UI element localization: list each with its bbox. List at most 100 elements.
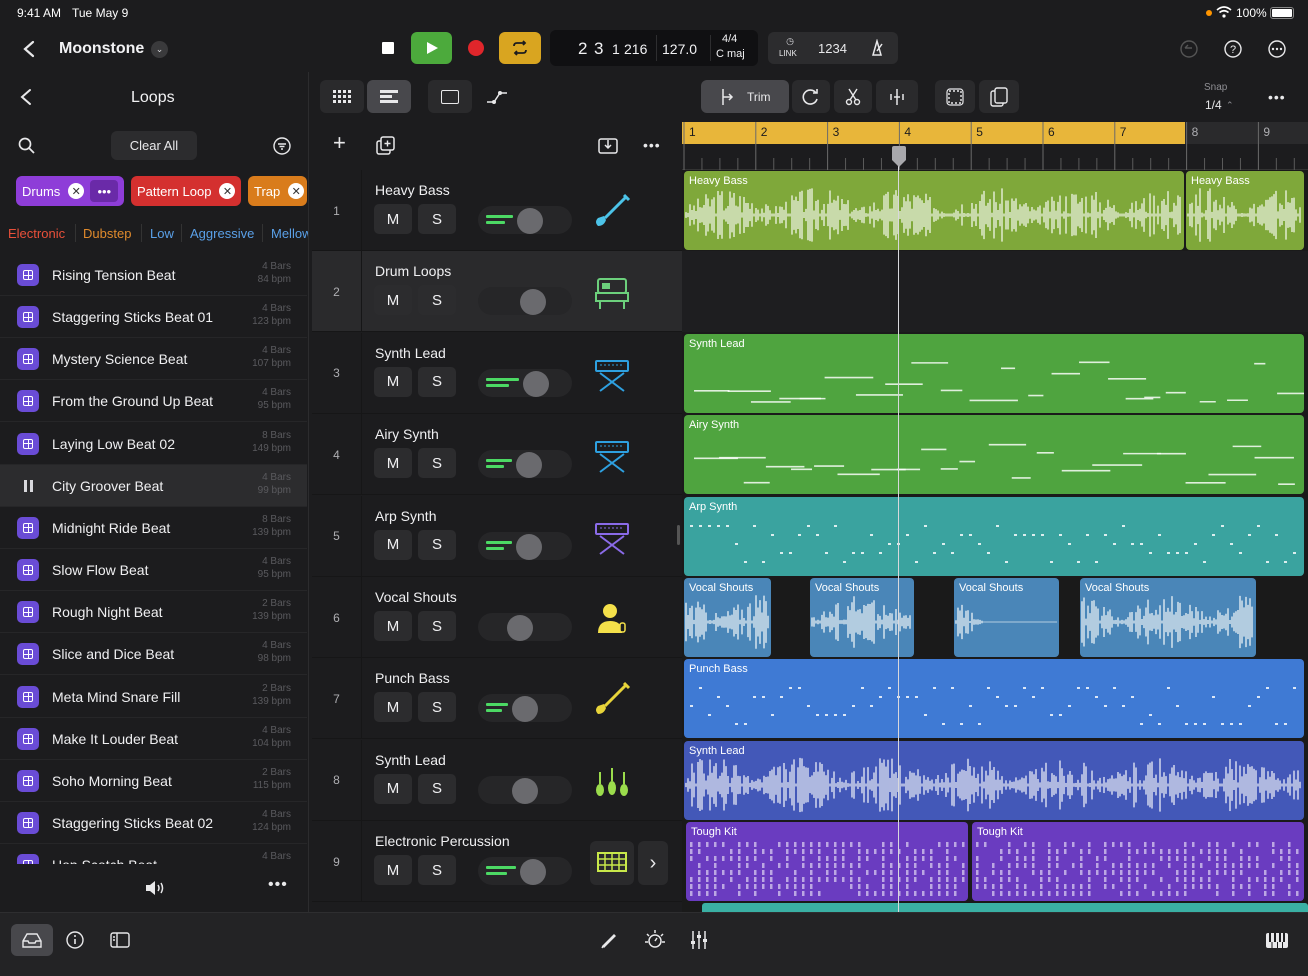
keyboard-icon[interactable] <box>1266 933 1288 948</box>
browser-back-icon[interactable] <box>19 88 33 106</box>
paste-button[interactable] <box>979 80 1019 113</box>
quick-help-icon[interactable] <box>644 929 666 951</box>
region[interactable]: Heavy Bass <box>1186 171 1304 250</box>
region[interactable]: Synth Lead <box>684 740 1304 820</box>
region[interactable]: Punch Bass <box>684 659 1304 739</box>
track-name[interactable]: Airy Synth <box>375 426 439 442</box>
tag-mellow[interactable]: Mellow <box>271 226 308 241</box>
duplicate-track-icon[interactable] <box>376 136 395 155</box>
track-name[interactable]: Punch Bass <box>375 670 450 686</box>
back-icon[interactable] <box>22 40 36 58</box>
filter-chip-pattern-loop[interactable]: Pattern Loop ✕ <box>131 176 241 206</box>
track-name[interactable]: Electronic Percussion <box>375 833 510 849</box>
mute-button[interactable]: M <box>374 611 412 641</box>
track-header[interactable]: 8 Synth Lead M S <box>312 739 682 821</box>
tracks-view-button[interactable] <box>367 80 411 113</box>
preview-volume-icon[interactable] <box>144 879 166 897</box>
loop-list-item[interactable]: City Groover Beat 4 Bars 99 bpm <box>0 464 307 507</box>
mute-button[interactable]: M <box>374 366 412 397</box>
bass-guitar-icon[interactable] <box>590 190 634 234</box>
track-header[interactable]: 6 Vocal Shouts M S <box>312 577 682 658</box>
automation-button[interactable] <box>475 80 519 113</box>
pattern-loop-icon[interactable] <box>17 811 39 834</box>
volume-knob[interactable] <box>517 208 543 234</box>
pattern-loop-icon[interactable] <box>17 559 39 582</box>
count-in-button[interactable]: 1234 <box>818 41 847 56</box>
mute-button[interactable]: M <box>374 285 412 316</box>
tag-electronic[interactable]: Electronic <box>8 226 65 241</box>
volume-slider[interactable] <box>478 206 572 234</box>
info-icon[interactable] <box>66 931 84 949</box>
solo-button[interactable]: S <box>418 692 456 723</box>
mute-button[interactable]: M <box>374 448 412 479</box>
snap-value[interactable]: 1/4 <box>1205 98 1222 112</box>
region[interactable]: Synth Lead <box>684 333 1304 413</box>
volume-slider[interactable] <box>478 531 572 560</box>
remove-chip-icon[interactable]: ✕ <box>219 183 236 199</box>
remove-chip-icon[interactable]: ✕ <box>68 183 85 199</box>
select-all-button[interactable] <box>935 80 975 113</box>
stop-button[interactable] <box>368 32 408 64</box>
volume-knob[interactable] <box>515 533 542 560</box>
more-options-icon[interactable] <box>1268 40 1286 58</box>
track-name[interactable]: Arp Synth <box>375 508 436 524</box>
pattern-loop-icon[interactable] <box>17 643 39 666</box>
clear-all-button[interactable]: Clear All <box>111 131 197 160</box>
beat-sequencer-icon[interactable] <box>590 841 634 886</box>
solo-button[interactable]: S <box>418 773 456 804</box>
loop-tool-button[interactable] <box>792 80 830 113</box>
volume-slider[interactable] <box>478 694 572 723</box>
volume-knob[interactable] <box>520 859 546 886</box>
loop-list-item[interactable]: From the Ground Up Beat 4 Bars 95 bpm <box>0 380 307 423</box>
track-header[interactable]: 3 Synth Lead M S <box>312 332 682 414</box>
volume-slider[interactable] <box>478 450 572 479</box>
solo-button[interactable]: S <box>418 366 456 397</box>
pattern-loop-icon[interactable] <box>17 769 39 792</box>
track-header[interactable]: 2 Drum Loops M S <box>312 251 682 333</box>
synth-pad-region-partial[interactable] <box>702 903 1308 912</box>
track-name[interactable]: Synth Lead <box>375 752 446 768</box>
chevron-right-icon[interactable]: › <box>638 841 668 886</box>
resize-handle[interactable] <box>677 525 680 545</box>
tag-low[interactable]: Low <box>150 226 174 241</box>
keyboard-stand-icon[interactable] <box>590 353 634 397</box>
bass-guitar-icon[interactable] <box>590 678 634 722</box>
region[interactable]: Vocal Shouts <box>954 578 1059 657</box>
track-name[interactable]: Synth Lead <box>375 345 446 361</box>
loop-list-item[interactable]: Staggering Sticks Beat 02 4 Bars 124 bpm <box>0 802 307 844</box>
pattern-loop-icon[interactable] <box>17 685 39 708</box>
link-button[interactable]: LINK <box>779 49 797 58</box>
track-header[interactable]: 4 Airy Synth M S <box>312 414 682 496</box>
region[interactable]: Vocal Shouts <box>1080 578 1256 657</box>
solo-button[interactable]: S <box>418 611 456 641</box>
keyboard-stand-icon[interactable] <box>590 516 634 560</box>
volume-knob[interactable] <box>506 615 533 641</box>
metronome-icon[interactable] <box>868 39 886 57</box>
loop-list-item[interactable]: Make It Louder Beat 4 Bars 104 bpm <box>0 718 307 760</box>
volume-knob[interactable] <box>515 452 542 479</box>
playhead-handle-icon[interactable] <box>891 146 907 168</box>
keyboard-stand-icon[interactable] <box>590 434 634 478</box>
help-icon[interactable]: ? <box>1224 40 1242 58</box>
pattern-loop-icon[interactable] <box>17 516 39 539</box>
volume-slider[interactable] <box>478 368 572 397</box>
mute-button[interactable]: M <box>374 855 412 886</box>
browser-button[interactable] <box>11 924 53 956</box>
loop-list-item[interactable]: Rising Tension Beat 4 Bars 84 bpm <box>0 254 307 296</box>
pattern-loop-icon[interactable] <box>17 390 39 413</box>
region-view-button[interactable] <box>428 80 472 113</box>
pattern-loop-icon[interactable] <box>17 348 39 371</box>
region[interactable]: Heavy Bass <box>684 171 1184 250</box>
pattern-loop-icon[interactable] <box>17 264 39 286</box>
loop-list-item[interactable]: Laying Low Beat 02 8 Bars 149 bpm <box>0 423 307 465</box>
loop-list-item[interactable]: Meta Mind Snare Fill 2 Bars 139 bpm <box>0 676 307 718</box>
import-icon[interactable] <box>598 136 618 154</box>
arrangement-area[interactable]: 1 2 3 4 5 6 7 8 9 Heavy Bass Heavy Bass Synth Lead… <box>682 122 1308 912</box>
browser-more-icon[interactable]: ••• <box>268 876 288 894</box>
lcd-display[interactable]: 2 3 1 216 127.0 4/4 C maj <box>550 30 758 66</box>
mute-button[interactable]: M <box>374 529 412 560</box>
pattern-loop-icon[interactable] <box>17 601 39 624</box>
remove-chip-icon[interactable]: ✕ <box>288 183 305 199</box>
undo-icon[interactable] <box>1180 40 1198 58</box>
loop-list-item[interactable]: Midnight Ride Beat 8 Bars 139 bpm <box>0 507 307 549</box>
